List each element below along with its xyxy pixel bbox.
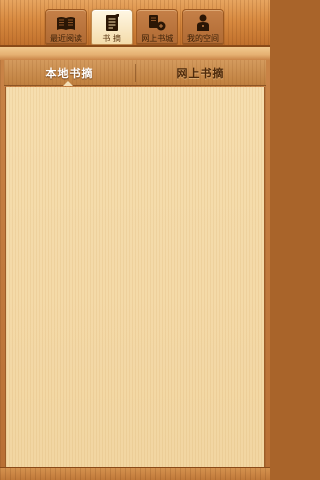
tab-label: 我的空间 bbox=[186, 34, 219, 43]
excerpt-source-tabs: 本地书摘 网上书摘 bbox=[4, 60, 266, 86]
excerpt-list[interactable] bbox=[5, 87, 265, 467]
selected-tab-indicator bbox=[63, 81, 73, 86]
tab-label: 书 摘 bbox=[102, 34, 121, 43]
tab-online-bookstore[interactable]: 网上书城 bbox=[136, 9, 179, 45]
person-icon bbox=[193, 14, 213, 32]
tab-label: 网上书城 bbox=[141, 34, 174, 43]
tab-recent-reading[interactable]: 最近阅读 bbox=[45, 9, 87, 45]
tab-my-space[interactable]: 我的空间 bbox=[181, 9, 224, 45]
tab-excerpts[interactable]: 书 摘 bbox=[90, 9, 133, 45]
bookstore-icon bbox=[147, 14, 167, 32]
tab-label: 最近阅读 bbox=[50, 34, 82, 43]
notepad-icon bbox=[102, 14, 122, 32]
top-tab-bar: 最近阅读 书 摘 网上书城 我的空间 bbox=[0, 0, 270, 47]
top-tabs: 最近阅读 书 摘 网上书城 我的空间 bbox=[45, 9, 224, 45]
tab-online-excerpts[interactable]: 网上书摘 bbox=[135, 60, 266, 86]
frame-top-strip bbox=[0, 47, 270, 60]
open-book-icon bbox=[56, 14, 76, 32]
bottom-bar bbox=[0, 467, 270, 480]
